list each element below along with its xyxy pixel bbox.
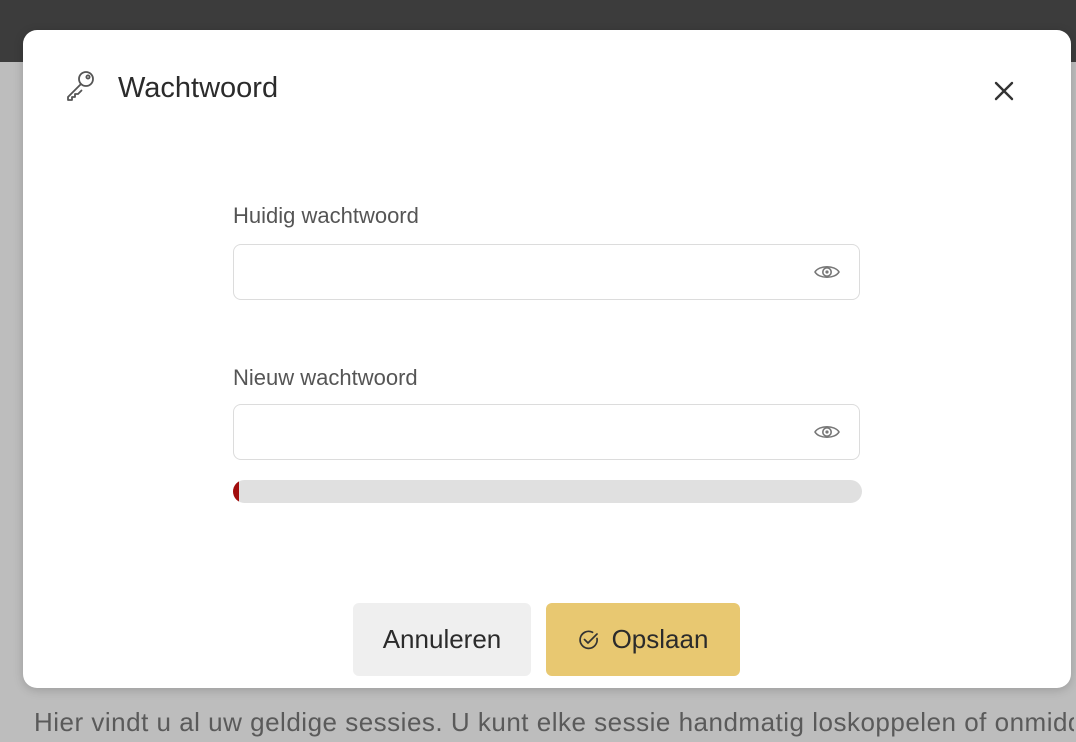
eye-icon[interactable] [813,420,841,444]
save-button-label: Opslaan [611,624,709,654]
key-icon [67,71,94,101]
check-circle-icon [578,630,598,649]
eye-icon[interactable] [813,260,841,284]
cancel-button[interactable]: Annuleren [353,603,531,676]
close-icon[interactable] [989,76,1019,106]
current-password-input[interactable] [234,245,794,299]
dialog-title: Wachtwoord [118,72,279,104]
password-dialog: Wachtwoord Huidig wachtwoord Nieuw wacht… [23,30,1071,688]
new-password-input[interactable] [234,405,794,459]
current-password-field [233,244,860,300]
save-button[interactable]: Opslaan [546,603,740,676]
cancel-button-label: Annuleren [382,624,502,654]
new-password-label: Nieuw wachtwoord [233,365,418,390]
background-description: Hier vindt u al uw geldige sessies. U ku… [34,707,1074,737]
current-password-label: Huidig wachtwoord [233,203,419,228]
dialog-header: Wachtwoord [23,30,1071,150]
password-strength-bar [233,480,862,503]
new-password-field [233,404,860,460]
password-strength-fill [233,480,240,503]
